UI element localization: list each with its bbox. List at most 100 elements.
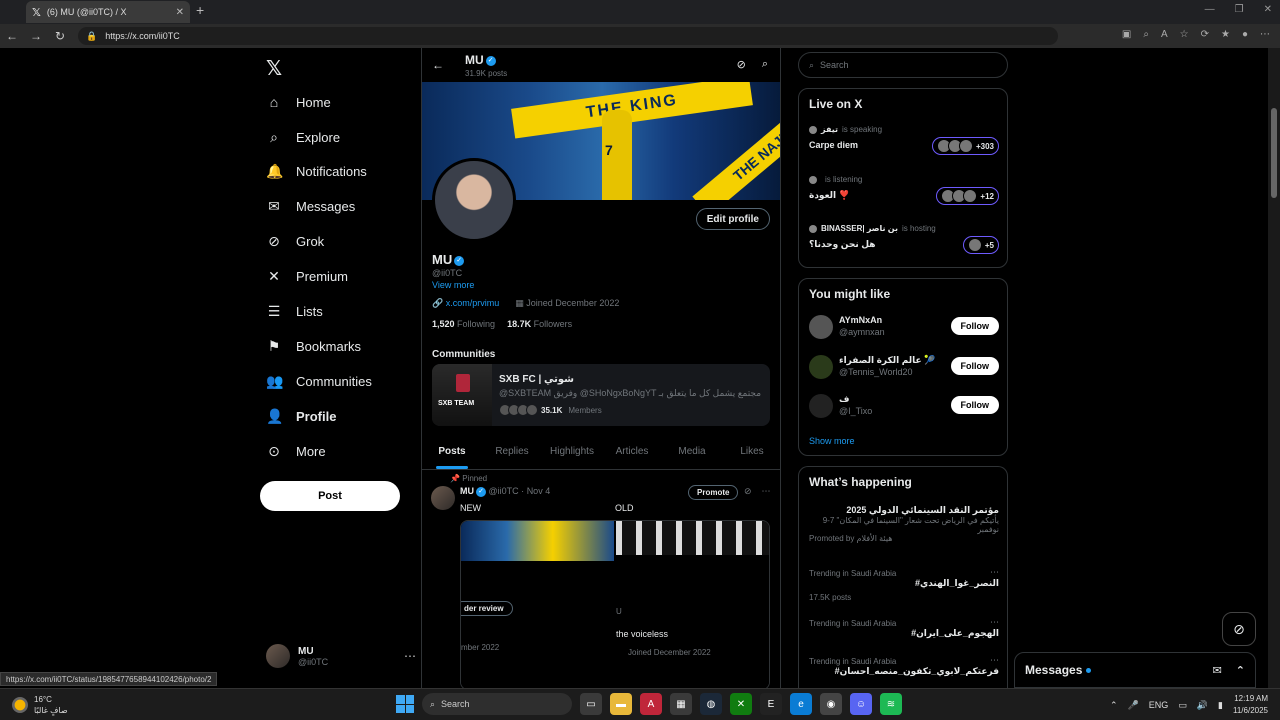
zoom-icon[interactable]: ⌕	[1143, 29, 1149, 40]
tab-posts[interactable]: Posts	[422, 440, 482, 469]
tab-highlights[interactable]: Highlights	[542, 440, 602, 469]
weather-widget[interactable]: 16°C صافٍ غالبًا	[12, 694, 68, 716]
more-dots-icon[interactable]: ⋯	[990, 567, 999, 578]
nav-explore[interactable]: ⌕ Explore	[266, 123, 340, 151]
post-date[interactable]: Nov 4	[527, 486, 551, 496]
follow-button[interactable]: Follow	[950, 317, 999, 335]
favorites-icon[interactable]: ★	[1221, 29, 1230, 40]
close-window-icon[interactable]: ✕	[1264, 4, 1272, 15]
more-dots-icon[interactable]: ⋯	[404, 649, 416, 663]
listeners-pill[interactable]: +5	[962, 236, 999, 254]
split-screen-icon[interactable]: ▣	[1122, 29, 1131, 40]
back-arrow-icon[interactable]: ←	[432, 58, 444, 72]
messages-dock[interactable]: Messages ✉ ⌃	[1014, 652, 1256, 688]
file-explorer-icon[interactable]: ▬	[610, 693, 632, 715]
nav-communities[interactable]: 👥 Communities	[266, 367, 372, 395]
task-view-icon[interactable]: ▭	[580, 693, 602, 715]
tab-articles[interactable]: Articles	[602, 440, 662, 469]
follow-button[interactable]: Follow	[950, 396, 999, 414]
epic-games-icon[interactable]: E	[760, 693, 782, 715]
post-button[interactable]: Post	[260, 481, 400, 511]
post-image-2[interactable]: U the voiceless Joined December 2022	[616, 521, 769, 688]
search-icon[interactable]: ⌕	[762, 58, 768, 71]
follow-button[interactable]: Follow	[950, 357, 999, 375]
more-dots-icon[interactable]: ⋯	[762, 486, 771, 497]
url-field[interactable]: 🔒 https://x.com/ii0TC	[78, 27, 1058, 45]
store-icon[interactable]: ▦	[670, 693, 692, 715]
x-home-logo-icon[interactable]: 𝕏	[266, 56, 282, 81]
live-item[interactable]: BINASSER| بن ناصر is hosting هل نحن وحدنا…	[809, 224, 999, 254]
account-switcher[interactable]: MU @ii0TC ⋯	[266, 644, 416, 668]
forward-icon[interactable]: →	[24, 29, 48, 43]
grok-icon[interactable]: ⊘	[737, 58, 746, 71]
steam-icon[interactable]: ◍	[700, 693, 722, 715]
view-more-link[interactable]: View more	[432, 280, 474, 290]
microphone-icon[interactable]: 🎤	[1128, 700, 1139, 711]
nav-grok[interactable]: ⊘ Grok	[266, 227, 324, 255]
profile-avatar[interactable]	[432, 158, 516, 242]
post-author[interactable]: MU	[460, 486, 474, 496]
trend-item[interactable]: مؤتمر النقد السينمائي الدولي 2025 يأتيكم…	[809, 505, 999, 543]
xbox-icon[interactable]: ✕	[730, 693, 752, 715]
app-red-icon[interactable]: A	[640, 693, 662, 715]
nav-notifications[interactable]: 🔔 Notifications	[266, 157, 367, 185]
browser-tab[interactable]: 𝕏 (6) MU (@ii0TC) / X ✕	[26, 1, 190, 23]
new-tab-icon[interactable]: +	[196, 2, 204, 18]
grok-icon[interactable]: ⊘	[744, 486, 752, 497]
more-icon[interactable]: ⋯	[1260, 29, 1270, 40]
windows-start-icon[interactable]	[396, 695, 414, 713]
tab-media[interactable]: Media	[662, 440, 722, 469]
nav-messages[interactable]: ✉ Messages	[266, 192, 355, 220]
sync-icon[interactable]: ⟳	[1201, 29, 1209, 40]
edit-profile-button[interactable]: Edit profile	[695, 208, 770, 230]
show-more-link[interactable]: Show more	[809, 436, 855, 446]
nav-more[interactable]: ⊙ More	[266, 437, 326, 465]
promote-button[interactable]: Promote	[688, 485, 739, 500]
spotify-icon[interactable]: ≋	[880, 693, 902, 715]
suggested-user[interactable]: عالم الكرة الصفراء 🎾 @Tennis_World20 Fol…	[809, 353, 999, 381]
avatar[interactable]	[431, 486, 455, 510]
more-dots-icon[interactable]: ⋯	[990, 617, 999, 628]
nav-premium[interactable]: ✕ Premium	[266, 262, 348, 290]
edge-icon[interactable]: e	[790, 693, 812, 715]
volume-icon[interactable]: 🔊	[1197, 700, 1208, 711]
expand-up-icon[interactable]: ⌃	[1236, 664, 1245, 677]
close-tab-icon[interactable]: ✕	[176, 7, 184, 18]
nav-bookmarks[interactable]: ⚑ Bookmarks	[266, 332, 361, 360]
community-card[interactable]: SXB TEAM SXB FC | شوتي @SXBTEAM وفريق @S…	[432, 364, 770, 426]
search-input[interactable]: ⌕ Search	[798, 52, 1008, 78]
more-dots-icon[interactable]: ⋯	[990, 655, 999, 666]
trend-item[interactable]: Trending in Saudi Arabia ⋯ #فرعتكم_لابوي…	[809, 655, 999, 677]
scroll-thumb[interactable]	[1271, 108, 1277, 198]
live-item[interactable]: is listening العودة ❣️ +12	[809, 175, 999, 205]
network-icon[interactable]: ▭	[1178, 700, 1187, 711]
taskbar-search[interactable]: ⌕ Search	[422, 693, 572, 715]
tab-likes[interactable]: Likes	[722, 440, 780, 469]
live-item[interactable]: تيفز is speaking Carpe diem +303	[809, 125, 999, 155]
trend-item[interactable]: Trending in Saudi Arabia ⋯ #النصر_غوا_ال…	[809, 567, 999, 602]
show-hidden-icons-icon[interactable]: ⌃	[1110, 700, 1118, 711]
listeners-pill[interactable]: +12	[936, 187, 999, 205]
profile-avatar-icon[interactable]: ●	[1242, 29, 1248, 40]
listeners-pill[interactable]: +303	[931, 137, 999, 155]
pinned-post[interactable]: 📌 Pinned MU ✓ @ii0TC · Nov 4 Promote ⊘ ⋯ …	[422, 470, 780, 688]
page-scrollbar[interactable]	[1268, 48, 1280, 688]
trend-item[interactable]: Trending in Saudi Arabia ⋯ #الهجوم_على_ا…	[809, 617, 999, 639]
nav-profile[interactable]: 👤 Profile	[266, 402, 336, 430]
suggested-user[interactable]: AYmNxAn @aymnxan Follow	[809, 313, 999, 341]
nav-home[interactable]: ⌂ Home	[266, 88, 331, 116]
refresh-icon[interactable]: ↻	[48, 29, 72, 43]
compose-message-icon[interactable]: ✉	[1213, 664, 1222, 677]
nav-lists[interactable]: ☰ Lists	[266, 297, 323, 325]
suggested-user[interactable]: ف @I_Tixo Follow	[809, 392, 999, 420]
following-link[interactable]: 1,520 Following	[432, 319, 495, 329]
clock[interactable]: 12:19 AM 11/6/2025	[1233, 693, 1268, 717]
language-indicator[interactable]: ENG	[1149, 700, 1169, 710]
battery-icon[interactable]: ▮	[1218, 700, 1223, 711]
grok-fab-icon[interactable]: ⊘	[1222, 612, 1256, 646]
back-icon[interactable]: ←	[0, 29, 24, 43]
chrome-icon[interactable]: ◉	[820, 693, 842, 715]
followers-link[interactable]: 18.7K Followers	[507, 319, 572, 329]
post-image-1[interactable]: der review mber 2022	[461, 521, 614, 688]
favorite-star-icon[interactable]: ☆	[1180, 29, 1189, 40]
